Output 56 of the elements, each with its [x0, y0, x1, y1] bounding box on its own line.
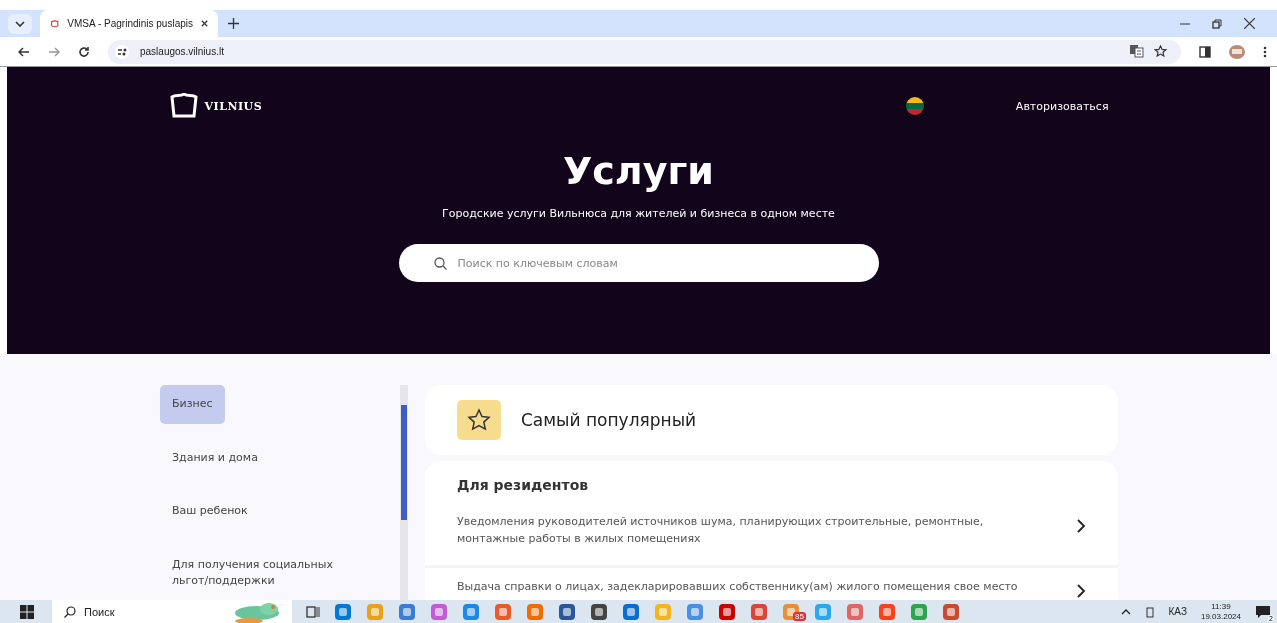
- sidebar-item[interactable]: Для получения социальных льгот/поддержки: [160, 545, 384, 600]
- shield-icon: [50, 17, 60, 30]
- app-icon[interactable]: [750, 602, 768, 621]
- tab-list-button[interactable]: [8, 13, 32, 34]
- chevron-right-icon[interactable]: [1077, 584, 1086, 599]
- task-view-icon[interactable]: [306, 604, 320, 619]
- app-icon[interactable]: [942, 602, 960, 621]
- app-icon[interactable]: [622, 602, 640, 621]
- page-subtitle: Городские услуги Вильнюса для жителей и бизнеса в одном месте: [442, 207, 835, 220]
- windows-start-icon[interactable]: [20, 604, 34, 619]
- app-icon[interactable]: [558, 602, 576, 621]
- notifications-icon[interactable]: [1255, 604, 1271, 619]
- new-tab-icon[interactable]: [228, 18, 239, 29]
- app-icon[interactable]: [398, 602, 416, 621]
- tab-title: VMSA - Pagrindinis puslapis: [67, 18, 193, 29]
- chevron-right-icon[interactable]: [1077, 519, 1086, 533]
- app-icon[interactable]: [334, 602, 352, 621]
- page-title: Услуги: [563, 149, 714, 193]
- login-link[interactable]: Авторизоваться: [1015, 99, 1109, 113]
- section-title: Для резидентов: [456, 477, 590, 495]
- service-link[interactable]: Уведомления руководителей источников шума, планирующих строительные, ремонтные, монтажные работы в жилых помещениях: [457, 513, 1037, 548]
- service-link[interactable]: Выдача справки о лицах, задекларировавших собственнику(ам) жилого помещения свое место: [457, 578, 1037, 596]
- search-icon: [64, 606, 76, 618]
- chevron-down-icon: [15, 20, 25, 27]
- clock-date[interactable]: 19.03.2024: [1200, 611, 1241, 622]
- site-settings-icon[interactable]: [114, 44, 130, 59]
- logo-icon[interactable]: [168, 93, 199, 119]
- sidebar-item[interactable]: Ваш ребенок: [160, 492, 260, 531]
- app-icon[interactable]: [590, 602, 608, 621]
- browser-tab[interactable]: VMSA - Pagrindinis puslapis: [40, 10, 218, 37]
- address-bar[interactable]: paslaugos.vilnius.lt: [108, 39, 1181, 64]
- chevron-up-icon[interactable]: [1120, 608, 1131, 615]
- menu-icon[interactable]: [1263, 45, 1267, 58]
- sidebar-item[interactable]: Здания и дома: [160, 438, 270, 477]
- language-indicator[interactable]: КАЗ: [1168, 606, 1187, 617]
- logo-text[interactable]: VILNIUS: [204, 99, 263, 113]
- translate-icon[interactable]: [1130, 45, 1144, 58]
- star-icon[interactable]: [1154, 45, 1167, 58]
- scrollbar[interactable]: [400, 385, 408, 600]
- back-icon[interactable]: [18, 45, 30, 58]
- close-icon[interactable]: [201, 19, 208, 28]
- card-title: Самый популярный: [521, 410, 697, 430]
- search-field[interactable]: Поиск по ключевым словам: [398, 244, 879, 282]
- side-panel-icon[interactable]: [1199, 45, 1211, 58]
- profile-avatar-icon[interactable]: [1229, 44, 1245, 59]
- unread-badge: 85: [793, 611, 806, 621]
- restore-icon[interactable]: [1212, 18, 1222, 29]
- app-icon[interactable]: [718, 602, 736, 621]
- search-icon: [433, 257, 447, 270]
- clock-time[interactable]: 11:39: [1211, 601, 1231, 612]
- reload-icon[interactable]: [78, 45, 90, 58]
- forward-icon[interactable]: [48, 45, 60, 58]
- flag-icon[interactable]: [905, 97, 924, 115]
- sidebar-item[interactable]: Бизнес: [160, 385, 225, 424]
- taskbar-search-field[interactable]: Поиск: [52, 600, 222, 623]
- close-icon[interactable]: [1244, 18, 1255, 29]
